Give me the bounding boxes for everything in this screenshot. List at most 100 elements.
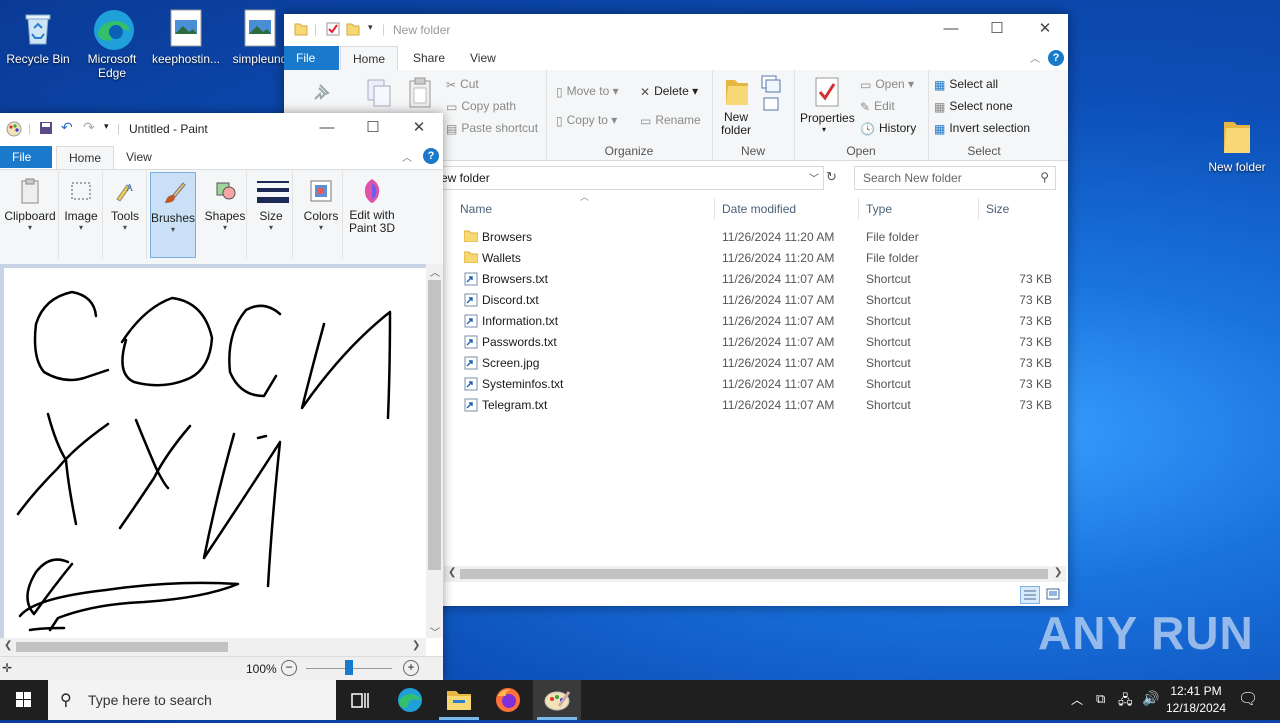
edit-button[interactable]: ✎ Edit bbox=[860, 99, 895, 114]
tab-home[interactable]: Home bbox=[56, 146, 115, 169]
file-row[interactable]: Discord.txt 11/26/2024 11:07 AM Shortcut 73… bbox=[460, 290, 1060, 311]
history-button[interactable]: 🕓 History bbox=[860, 121, 916, 136]
network-device-icon[interactable]: ⧉ bbox=[1096, 691, 1105, 707]
brushes-button[interactable]: Brushes ▾ bbox=[150, 172, 196, 258]
invert-selection-button[interactable]: ▦ Invert selection bbox=[934, 121, 1030, 136]
vertical-scrollbar[interactable]: ︿ ﹀ bbox=[426, 264, 443, 639]
horizontal-scrollbar[interactable]: ❮ ❯ bbox=[444, 566, 1066, 582]
paste-icon[interactable] bbox=[408, 76, 432, 111]
collapse-ribbon-icon[interactable]: ︿ bbox=[1030, 50, 1040, 65]
taskbar-edge[interactable] bbox=[386, 680, 434, 720]
file-row[interactable]: Telegram.txt 11/26/2024 11:07 AM Shortcut 7… bbox=[460, 395, 1060, 416]
scrollbar-thumb[interactable] bbox=[460, 569, 1048, 579]
desktop-icon-recycle-bin[interactable]: Recycle Bin bbox=[0, 0, 76, 66]
address-bar[interactable]: ew folder ﹀ bbox=[440, 166, 824, 190]
paste-shortcut-button[interactable]: ▤ Paste shortcut bbox=[446, 121, 538, 136]
scroll-right-icon[interactable]: ❯ bbox=[412, 640, 420, 651]
drawing-canvas[interactable] bbox=[4, 268, 426, 638]
tools-button[interactable]: A Tools ▾ bbox=[104, 171, 147, 259]
scroll-up-icon[interactable]: ︿ bbox=[430, 264, 440, 279]
zoom-slider-thumb[interactable] bbox=[345, 660, 353, 675]
scrollbar-thumb[interactable] bbox=[16, 642, 228, 652]
notifications-icon[interactable]: 🗨 bbox=[1238, 689, 1258, 709]
new-folder-icon[interactable] bbox=[724, 76, 750, 109]
file-row[interactable]: Systeminfos.txt 11/26/2024 11:07 AM Shortc… bbox=[460, 374, 1060, 395]
taskbar-firefox[interactable] bbox=[484, 680, 532, 720]
minimize-button[interactable]: — bbox=[304, 113, 350, 143]
copy-to-button[interactable]: ▯ Copy to ▾ bbox=[556, 113, 617, 128]
column-header-name[interactable]: Name bbox=[460, 202, 492, 216]
copy-icon[interactable] bbox=[366, 78, 392, 111]
column-divider[interactable] bbox=[858, 198, 859, 220]
search-icon[interactable]: ⚲ bbox=[1040, 170, 1049, 184]
new-folder-button[interactable]: New folder bbox=[716, 111, 756, 137]
close-button[interactable]: ✕ bbox=[1022, 14, 1068, 44]
select-all-button[interactable]: ▦ Select all bbox=[934, 77, 998, 92]
column-divider[interactable] bbox=[714, 198, 715, 220]
search-box[interactable]: Search New folder ⚲ bbox=[854, 166, 1056, 190]
details-view-icon[interactable] bbox=[1020, 586, 1040, 604]
edit-with-paint3d-button[interactable]: Edit with Paint 3D bbox=[344, 171, 400, 259]
taskbar-paint[interactable] bbox=[533, 680, 581, 720]
customize-toolbar-icon[interactable]: ▾ bbox=[368, 22, 373, 33]
delete-button[interactable]: ✕ Delete ▾ bbox=[640, 84, 698, 99]
customize-toolbar-icon[interactable]: ▾ bbox=[104, 121, 109, 132]
collapse-ribbon-icon[interactable]: ︿ bbox=[402, 149, 412, 164]
tab-view[interactable]: View bbox=[458, 46, 508, 70]
properties-icon[interactable] bbox=[814, 76, 840, 111]
tab-home[interactable]: Home bbox=[340, 46, 399, 72]
horizontal-scrollbar[interactable]: ❮ ❯ bbox=[0, 638, 426, 656]
tab-view[interactable]: View bbox=[114, 146, 164, 168]
column-header-date[interactable]: Date modified bbox=[722, 202, 796, 216]
shapes-button[interactable]: Shapes ▾ bbox=[204, 171, 247, 259]
refresh-icon[interactable]: ↻ bbox=[826, 169, 837, 185]
help-icon[interactable]: ? bbox=[423, 148, 439, 164]
file-row[interactable]: Browsers.txt 11/26/2024 11:07 AM Shortcut 7… bbox=[460, 269, 1060, 290]
show-hidden-icons-button[interactable]: ︿ bbox=[1071, 691, 1083, 708]
scroll-down-icon[interactable]: ﹀ bbox=[430, 624, 440, 639]
minimize-button[interactable]: — bbox=[928, 14, 974, 44]
rename-button[interactable]: ▭ Rename bbox=[640, 113, 701, 128]
copy-path-button[interactable]: ▭ Copy path bbox=[446, 99, 516, 114]
maximize-button[interactable]: ☐ bbox=[974, 14, 1020, 44]
file-row[interactable]: Wallets 11/26/2024 11:20 AM File folder bbox=[460, 248, 1060, 269]
volume-icon[interactable]: 🔊 bbox=[1142, 690, 1159, 707]
help-icon[interactable]: ? bbox=[1048, 50, 1064, 66]
tab-share[interactable]: Share bbox=[401, 46, 457, 70]
taskbar-search-box[interactable]: ⚲ Type here to search bbox=[48, 680, 336, 720]
task-view-button[interactable] bbox=[336, 680, 384, 720]
desktop-icon-edge[interactable]: Microsoft Edge bbox=[74, 0, 150, 80]
zoom-in-button[interactable]: + bbox=[403, 660, 419, 676]
properties-quick-icon[interactable] bbox=[326, 22, 340, 39]
save-icon[interactable] bbox=[39, 121, 53, 138]
desktop-icon-new-folder[interactable]: New folder bbox=[1199, 108, 1275, 174]
column-header-type[interactable]: Type bbox=[866, 202, 892, 216]
large-icons-view-icon[interactable] bbox=[1044, 586, 1062, 602]
zoom-out-button[interactable]: − bbox=[281, 660, 297, 676]
undo-icon[interactable]: ↶ bbox=[61, 119, 73, 136]
taskbar-file-explorer[interactable] bbox=[435, 680, 483, 720]
new-item-icon[interactable] bbox=[760, 74, 784, 117]
clipboard-button[interactable]: Clipboard ▾ bbox=[2, 171, 59, 259]
column-divider[interactable] bbox=[978, 198, 979, 220]
properties-button[interactable]: Properties bbox=[800, 111, 855, 125]
paint-titlebar[interactable]: | ↶ ↷ ▾ | Untitled - Paint — ☐ ✕ bbox=[0, 113, 443, 145]
maximize-button[interactable]: ☐ bbox=[350, 113, 396, 143]
file-row[interactable]: Information.txt 11/26/2024 11:07 AM Shortc… bbox=[460, 311, 1060, 332]
move-to-button[interactable]: ▯ Move to ▾ bbox=[556, 84, 619, 99]
start-button[interactable] bbox=[0, 680, 48, 720]
scroll-left-icon[interactable]: ❮ bbox=[448, 567, 456, 578]
scroll-right-icon[interactable]: ❯ bbox=[1054, 567, 1062, 578]
tab-file[interactable]: File bbox=[0, 146, 52, 168]
network-icon[interactable]: 🖧 bbox=[1118, 691, 1133, 713]
file-row[interactable]: Browsers 11/26/2024 11:20 AM File folder bbox=[460, 227, 1060, 248]
redo-icon[interactable]: ↷ bbox=[83, 119, 95, 136]
file-row[interactable]: Passwords.txt 11/26/2024 11:07 AM Shortcut… bbox=[460, 332, 1060, 353]
select-none-button[interactable]: ▦ Select none bbox=[934, 99, 1013, 114]
scroll-left-icon[interactable]: ❮ bbox=[4, 640, 12, 651]
image-button[interactable]: Image ▾ bbox=[60, 171, 103, 259]
cut-button[interactable]: ✂ Cut bbox=[446, 77, 479, 92]
close-button[interactable]: ✕ bbox=[396, 113, 442, 143]
file-row[interactable]: Screen.jpg 11/26/2024 11:07 AM Shortcut 73 … bbox=[460, 353, 1060, 374]
new-folder-quick-icon[interactable] bbox=[346, 22, 360, 39]
